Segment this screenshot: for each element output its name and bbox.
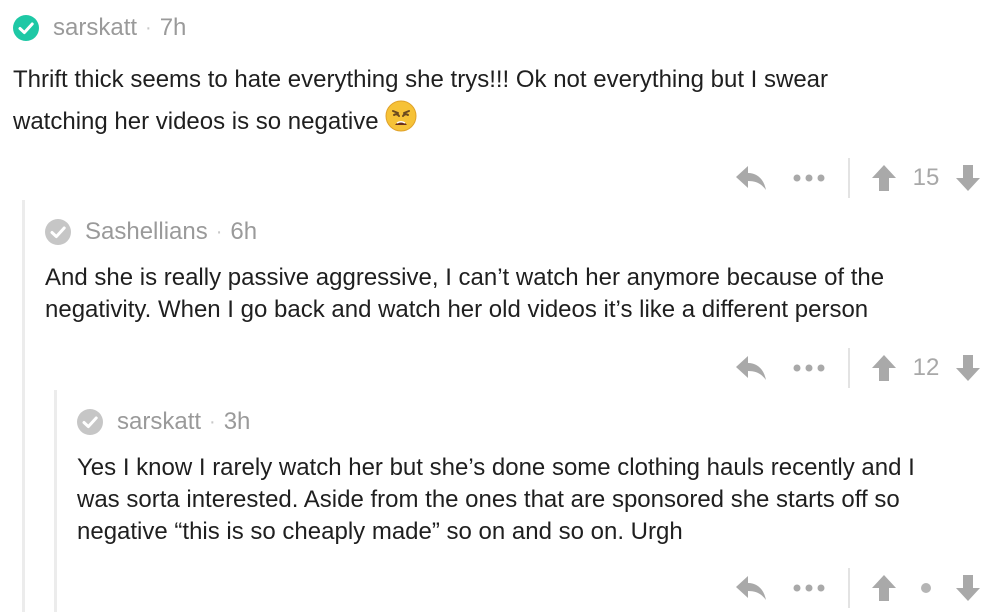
comment-header: sarskatt · 7h (13, 13, 186, 43)
comment-author[interactable]: sarskatt (117, 408, 201, 436)
comment-time: 6h (230, 218, 258, 245)
verified-check-icon (13, 15, 39, 41)
downvote-arrow-icon[interactable] (956, 575, 980, 601)
vote-score-dot (921, 583, 931, 593)
comment-actions: 12 (736, 348, 980, 388)
vote-score: 12 (912, 354, 940, 381)
comment-text-line: negativity. When I go back and watch her… (45, 296, 869, 323)
upvote-arrow-icon[interactable] (872, 165, 896, 191)
actions-divider (848, 348, 850, 388)
comment-text-line-with-emoji: watching her videos is so negative (13, 100, 828, 145)
upvote-arrow-icon[interactable] (872, 575, 896, 601)
comment-text-line: And she is really passive aggressive, I … (45, 264, 885, 291)
comment-text-line: negative “this is so cheaply made” so on… (77, 518, 683, 545)
upvote-arrow-icon[interactable] (872, 355, 896, 381)
reply-arrow-icon[interactable] (736, 165, 766, 191)
actions-divider (848, 158, 850, 198)
comment-text-line: Thrift thick seems to hate everything sh… (13, 66, 829, 93)
comment-body: Yes I know I rarely watch her but she’s … (77, 452, 915, 548)
comment-time: 7h (159, 14, 187, 41)
more-dots-icon[interactable] (792, 583, 826, 593)
comment-text-line: watching her videos is so negative (13, 107, 379, 135)
verified-check-icon (45, 219, 71, 245)
comment-text-line: was sorta interested. Aside from the one… (77, 486, 900, 513)
comment-header: sarskatt · 3h (77, 407, 250, 437)
comment-body: And she is really passive aggressive, I … (45, 262, 884, 326)
downvote-arrow-icon[interactable] (956, 355, 980, 381)
comment-actions (736, 568, 980, 608)
thread-line-level-2 (54, 390, 57, 612)
comment-header: Sashellians · 6h (45, 217, 257, 247)
header-separator: · (145, 16, 152, 39)
comment-time: 3h (223, 408, 251, 435)
comment-author[interactable]: Sashellians (85, 218, 208, 246)
comment-author[interactable]: sarskatt (53, 14, 137, 42)
thread-line-level-1 (22, 200, 25, 612)
header-separator: · (215, 220, 223, 243)
reply-arrow-icon[interactable] (736, 575, 766, 601)
comment-text-line: Yes I know I rarely watch her but she’s … (77, 454, 915, 481)
comment-body: Thrift thick seems to hate everything sh… (13, 60, 828, 145)
more-dots-icon[interactable] (792, 173, 826, 183)
reply-arrow-icon[interactable] (736, 355, 766, 381)
actions-divider (848, 568, 850, 608)
verified-check-icon (77, 409, 103, 435)
comment-actions: 15 (736, 158, 980, 198)
header-separator: · (209, 410, 216, 433)
downvote-arrow-icon[interactable] (956, 165, 980, 191)
vote-score: 15 (912, 164, 940, 191)
more-dots-icon[interactable] (792, 363, 826, 373)
weary-face-icon (385, 100, 417, 145)
